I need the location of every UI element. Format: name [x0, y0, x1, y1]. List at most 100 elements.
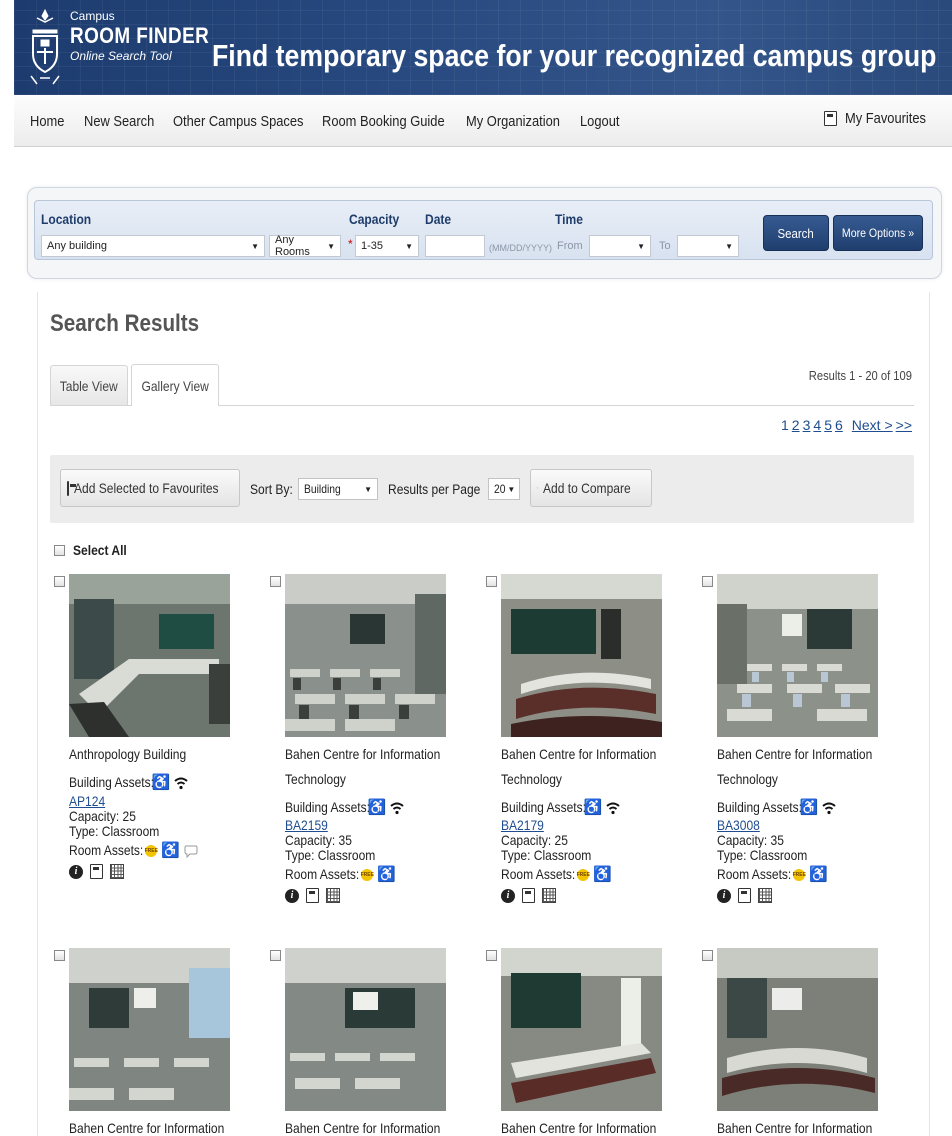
room-number[interactable]: AP124	[69, 793, 111, 809]
my-favourites-link[interactable]: My Favourites	[824, 110, 939, 127]
nav-room-booking-guide[interactable]: Room Booking Guide	[322, 113, 445, 130]
calendar-icon[interactable]	[326, 888, 340, 903]
room-assets-label: Room Assets:	[501, 866, 576, 882]
nav-logout[interactable]: Logout	[580, 113, 619, 130]
room-type: Type: Classroom	[285, 847, 376, 863]
room-card: Bahen Centre for Information	[54, 948, 244, 1136]
results-toolbar: Add Selected to Favourites Sort By: Buil…	[50, 455, 914, 523]
room-card: Bahen Centre for Information	[702, 948, 892, 1136]
from-time-select[interactable]: ▼	[589, 235, 651, 257]
page-link-4[interactable]: 4	[813, 417, 821, 433]
chevron-down-icon: ▼	[327, 241, 335, 251]
main-nav: Home New Search Other Campus Spaces Room…	[14, 95, 952, 147]
page-link-5[interactable]: 5	[824, 417, 832, 433]
room-photo[interactable]	[501, 948, 662, 1111]
nav-home[interactable]: Home	[30, 113, 64, 130]
room-number[interactable]: BA2179	[501, 817, 551, 833]
select-all-checkbox[interactable]	[54, 544, 65, 556]
info-icon[interactable]: i	[717, 888, 731, 903]
building-assets-label: Building Assets:	[69, 774, 155, 790]
search-form: Location Any building ▼ Any Rooms ▼ Capa…	[34, 200, 933, 260]
calendar-icon[interactable]	[758, 888, 772, 903]
time-label: Time	[555, 211, 583, 227]
room-select-checkbox[interactable]	[270, 576, 281, 587]
wheelchair-accessible-icon: ♿	[151, 774, 171, 792]
nav-new-search[interactable]: New Search	[84, 113, 154, 130]
room-actions: i	[717, 888, 772, 903]
room-photo[interactable]	[285, 574, 446, 737]
capacity-select[interactable]: 1-35 ▼	[355, 235, 419, 257]
wheelchair-accessible-icon: ♿	[377, 866, 396, 884]
chevron-down-icon: ▼	[637, 241, 645, 251]
room-assets-label: Room Assets:	[285, 866, 360, 882]
free-badge-icon: FREE	[793, 869, 806, 882]
room-photo[interactable]	[717, 574, 878, 737]
room-photo[interactable]	[69, 948, 230, 1111]
last-page-link[interactable]: >>	[896, 417, 912, 433]
nav-other-campus-spaces[interactable]: Other Campus Spaces	[173, 113, 304, 130]
add-favourite-icon[interactable]	[522, 888, 535, 903]
results-per-page-select[interactable]: 20 ▼	[488, 478, 520, 500]
room-photo[interactable]	[285, 948, 446, 1111]
more-options-button[interactable]: More Options »	[833, 215, 923, 251]
room-capacity: Capacity: 35	[285, 832, 352, 848]
building-name: Bahen Centre for Information	[501, 1120, 657, 1136]
header-banner: Campus ROOM FINDER Online Search Tool Fi…	[14, 0, 952, 95]
room-select-checkbox[interactable]	[54, 576, 65, 587]
wifi-icon	[606, 802, 620, 815]
info-icon[interactable]: i	[285, 888, 299, 903]
building-name: Bahen Centre for Information	[285, 1120, 441, 1136]
page-link-2[interactable]: 2	[792, 417, 800, 433]
room-select-checkbox[interactable]	[486, 576, 497, 587]
sort-by-select[interactable]: Building ▼	[298, 478, 378, 500]
room-assets: Room Assets: FREE ♿	[717, 866, 828, 883]
room-number[interactable]: BA3008	[717, 817, 767, 833]
building-name: Bahen Centre for Information Technology	[717, 746, 873, 787]
results-per-page-label: Results per Page	[388, 481, 481, 497]
room-actions: i	[69, 864, 124, 879]
chevron-down-icon: ▼	[364, 484, 372, 494]
add-selected-to-favourites-button[interactable]: Add Selected to Favourites	[60, 469, 240, 507]
room-select-checkbox[interactable]	[54, 950, 65, 961]
building-assets: Building Assets: ♿	[285, 799, 404, 816]
required-asterisk-icon: *	[348, 237, 353, 251]
room-select-checkbox[interactable]	[702, 576, 713, 587]
next-page-link[interactable]: Next >	[852, 417, 893, 433]
room-select-checkbox[interactable]	[702, 950, 713, 961]
calendar-icon[interactable]	[110, 864, 124, 879]
add-favourite-icon[interactable]	[738, 888, 751, 903]
logo-subtitle: Online Search Tool	[70, 49, 172, 63]
chevron-down-icon: ▼	[507, 484, 516, 494]
info-icon[interactable]: i	[501, 888, 515, 903]
page-current: 1	[781, 417, 789, 433]
room-photo[interactable]	[501, 574, 662, 737]
rooms-select[interactable]: Any Rooms ▼	[269, 234, 341, 258]
select-all[interactable]: Select All	[54, 542, 136, 558]
add-to-compare-button[interactable]: Add to Compare	[530, 469, 652, 507]
site-logo[interactable]: Campus ROOM FINDER Online Search Tool	[70, 10, 232, 62]
building-select[interactable]: Any building ▼	[41, 235, 265, 257]
building-assets-label: Building Assets:	[501, 799, 587, 815]
nav-my-organization[interactable]: My Organization	[466, 113, 560, 130]
room-type: Type: Classroom	[501, 847, 592, 863]
to-time-select[interactable]: ▼	[677, 235, 739, 257]
room-number[interactable]: BA2159	[285, 817, 335, 833]
building-name: Bahen Centre for Information Technology	[501, 746, 657, 787]
add-favourite-icon[interactable]	[306, 888, 319, 903]
add-favourite-icon[interactable]	[90, 864, 103, 879]
bookmark-icon	[67, 480, 76, 496]
date-input[interactable]	[425, 235, 485, 257]
tab-table-view[interactable]: Table View	[50, 365, 128, 405]
calendar-icon[interactable]	[542, 888, 556, 903]
search-panel: Location Any building ▼ Any Rooms ▼ Capa…	[27, 187, 942, 279]
tab-gallery-view[interactable]: Gallery View	[131, 364, 219, 406]
room-select-checkbox[interactable]	[486, 950, 497, 961]
room-photo[interactable]	[717, 948, 878, 1111]
room-card: Bahen Centre for Information	[486, 948, 676, 1136]
page-link-3[interactable]: 3	[803, 417, 811, 433]
search-button[interactable]: Search	[763, 215, 829, 251]
info-icon[interactable]: i	[69, 864, 83, 879]
room-photo[interactable]	[69, 574, 230, 737]
room-select-checkbox[interactable]	[270, 950, 281, 961]
page-link-6[interactable]: 6	[835, 417, 843, 433]
